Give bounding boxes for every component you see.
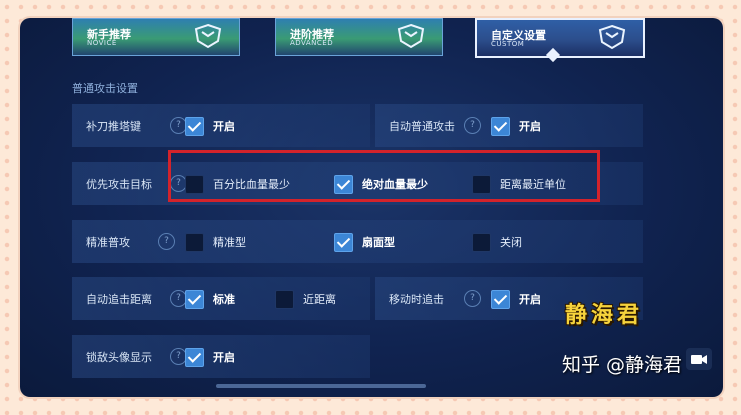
watermark-zhihu: 知乎 @静海君 (562, 354, 683, 376)
setting-label: 自动普通攻击 (389, 120, 455, 133)
checkbox-standard-distance[interactable] (185, 290, 204, 309)
red-highlight-annotation (168, 150, 600, 202)
setting-label: 补刀推塔键 (86, 120, 141, 133)
setting-row-precise-attack: 精准普攻 ? 精准型 扇面型 关闭 (72, 220, 643, 263)
option-label: 开启 (213, 120, 235, 133)
question-mark-icon[interactable]: ? (158, 233, 175, 250)
setting-label: 移动时追击 (389, 293, 444, 306)
setting-label: 锁敌头像显示 (86, 351, 152, 364)
option-label: 标准 (213, 293, 235, 306)
option-label: 开启 (519, 120, 541, 133)
shield-emblem-icon (598, 24, 626, 50)
section-title: 普通攻击设置 (72, 82, 138, 95)
checkbox-close-distance[interactable] (275, 290, 294, 309)
mode-subtitle: ADVANCED (290, 39, 334, 47)
mode-card-novice[interactable]: 新手推荐 NOVICE (72, 18, 240, 56)
shield-emblem-icon (194, 23, 222, 49)
checkbox-chase-while-moving-on[interactable] (491, 290, 510, 309)
game-settings-screen: 新手推荐 NOVICE 进阶推荐 ADVANCED 自定义设置 CUSTOM 普… (20, 18, 723, 397)
option-label: 开启 (519, 293, 541, 306)
option-label: 扇面型 (362, 236, 395, 249)
question-mark-icon[interactable]: ? (464, 117, 481, 134)
option-label: 近距离 (303, 293, 336, 306)
option-label: 精准型 (213, 236, 246, 249)
setting-label: 精准普攻 (86, 236, 130, 249)
watermark-author: 静海君 (565, 303, 644, 328)
checkbox-last-hit-tower-on[interactable] (185, 117, 204, 136)
setting-label: 自动追击距离 (86, 293, 152, 306)
setting-row-auto-basic-attack: 自动普通攻击 ? 开启 (375, 104, 643, 147)
checkbox-lock-enemy-avatar-on[interactable] (185, 348, 204, 367)
video-record-button[interactable] (686, 348, 712, 370)
setting-row-auto-chase-distance: 自动追击距离 ? 标准 近距离 (72, 277, 370, 320)
horizontal-scrollbar[interactable] (216, 384, 426, 388)
checkbox-precise-off[interactable] (472, 233, 491, 252)
option-label: 开启 (213, 351, 235, 364)
question-mark-icon[interactable]: ? (464, 290, 481, 307)
checkbox-auto-basic-attack-on[interactable] (491, 117, 510, 136)
mode-card-custom[interactable]: 自定义设置 CUSTOM (475, 18, 645, 58)
setting-row-last-hit-tower: 补刀推塔键 ? 开启 (72, 104, 370, 147)
checkbox-fan-type[interactable] (334, 233, 353, 252)
setting-label: 优先攻击目标 (86, 178, 152, 191)
setting-row-lock-enemy-avatar: 锁敌头像显示 ? 开启 (72, 335, 370, 378)
mode-card-advanced[interactable]: 进阶推荐 ADVANCED (275, 18, 443, 56)
mode-subtitle: NOVICE (87, 39, 117, 47)
shield-emblem-icon (397, 23, 425, 49)
video-camera-icon (691, 355, 707, 364)
option-label: 关闭 (500, 236, 522, 249)
checkbox-precise-type[interactable] (185, 233, 204, 252)
mode-subtitle: CUSTOM (491, 40, 525, 48)
